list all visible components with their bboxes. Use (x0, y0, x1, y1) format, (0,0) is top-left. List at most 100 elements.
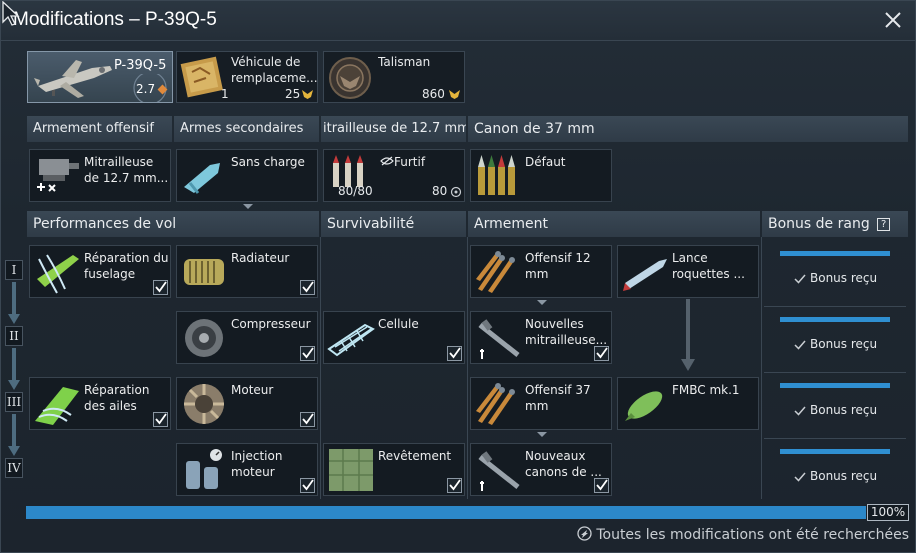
bonus-bar (780, 317, 890, 322)
mod-offensive-12-label: Offensif 12 mm (525, 251, 591, 281)
mg-belt-label: Furtif (394, 155, 426, 169)
rank-bonus-tier-3: Bonus reçu (764, 379, 906, 439)
researched-check (153, 412, 168, 427)
backup-map-icon (180, 56, 223, 98)
wings-icon (35, 387, 79, 425)
bonus-label: Bonus reçu (810, 403, 878, 417)
researched-check (594, 346, 609, 361)
radiator-icon (184, 259, 224, 285)
header-survivability: Survivabilité (321, 211, 466, 237)
mg-belt-card[interactable]: Furtif 80/80 80 (323, 149, 465, 202)
check-icon (794, 472, 806, 482)
backup-vehicle-label: Véhicule de remplaceme... (231, 55, 317, 85)
ammo-quantity-icon (450, 186, 462, 198)
talisman-card[interactable]: Talisman 860 (323, 51, 465, 103)
modifications-window: Modifications – P-39Q-5 P-39Q-5 2.7 Véhi… (0, 0, 916, 553)
mod-wings-label: Réparation des ailes (84, 383, 150, 413)
researched-check (594, 478, 609, 493)
cover-icon (329, 449, 373, 491)
compressor-icon (185, 319, 223, 357)
mouse-cursor-icon (2, 1, 20, 26)
mod-cover[interactable]: Revêtement (323, 443, 465, 496)
tier-4-marker: IV (5, 458, 23, 478)
new-mg-icon (478, 319, 520, 359)
mod-fuselage-repair[interactable]: Réparation du fuselage (29, 245, 171, 298)
mod-new-mg[interactable]: Nouvelles mitrailleuse... (470, 311, 612, 364)
golden-eagle-icon (302, 90, 313, 99)
secondary-weapons-label: Sans charge (231, 155, 305, 169)
mod-offensive-12mm[interactable]: Offensif 12 mm (470, 245, 612, 305)
mod-engine[interactable]: Moteur (176, 377, 318, 430)
header-flight-performance: Performances de vol (27, 211, 319, 237)
talisman-price: 860 (422, 87, 445, 101)
new-cannon-icon (478, 451, 520, 491)
check-icon (794, 274, 806, 284)
header-rank-bonus: Bonus de rang ? (762, 211, 908, 237)
research-complete-icon (577, 526, 592, 541)
close-icon[interactable] (881, 8, 905, 32)
rocket-icon (623, 259, 667, 291)
researched-check (447, 346, 462, 361)
rank-bonus-tier-2: Bonus reçu (764, 313, 906, 373)
offensive-armament-label: Mitrailleuse de 12.7 mm... (84, 155, 169, 185)
down-arrow-icon (537, 432, 547, 437)
airframe-icon (327, 323, 375, 357)
mod-engine-injection[interactable]: Injection moteur (176, 443, 318, 496)
rank-bonus-tier-4: Bonus reçu (764, 445, 906, 505)
golden-eagle-icon (449, 90, 460, 99)
mod-radiator[interactable]: Radiateur (176, 245, 318, 298)
header-secondary-weapons: Armes secondaires (174, 116, 319, 142)
header-armament: Armement (468, 211, 760, 237)
offensive-armament-card[interactable]: Mitrailleuse de 12.7 mm... (29, 149, 171, 202)
mg-ammo-count: 80/80 (338, 184, 373, 198)
secondary-weapons-card[interactable]: Sans charge (176, 149, 318, 209)
mod-engine-label: Moteur (231, 383, 274, 397)
mod-fmbc-label: FMBC mk.1 (672, 383, 740, 397)
header-mg-belt: itrailleuse de 12.7 mm (321, 116, 466, 142)
researched-check (447, 478, 462, 493)
mod-cover-label: Revêtement (378, 449, 452, 463)
check-icon (794, 340, 806, 350)
mod-new-mg-label: Nouvelles mitrailleuse... (525, 317, 608, 347)
mod-rocket-label: Lance roquettes ... (672, 251, 745, 281)
cannon-belt-card[interactable]: Défaut (470, 149, 612, 202)
no-payload-icon (184, 163, 220, 194)
dependency-arrow-icon (681, 299, 695, 371)
researched-check (300, 346, 315, 361)
rank-bonus-label: Bonus de rang (768, 216, 870, 232)
down-arrow-icon (537, 300, 547, 305)
battle-rating: 2.7 (136, 82, 156, 96)
stealth-eye-icon (380, 156, 394, 166)
bonus-label: Bonus reçu (810, 337, 878, 351)
bonus-bar (780, 383, 890, 388)
bonus-bar (780, 251, 890, 256)
backup-vehicle-card[interactable]: Véhicule de remplaceme... 1 25 (176, 51, 318, 103)
research-progress-bar (26, 506, 866, 519)
backup-count: 1 (221, 87, 229, 101)
status-footer: Toutes les modifications ont été recherc… (577, 526, 909, 543)
tier-arrows-icon (8, 282, 20, 456)
mod-compressor[interactable]: Compresseur (176, 311, 318, 364)
title-bar: Modifications – P-39Q-5 (1, 1, 915, 41)
backup-price: 25 (285, 87, 301, 101)
bonus-bar (780, 449, 890, 454)
mod-new-cannon-label: Nouveaux canons de ... (525, 449, 602, 479)
cannon-shells-icon (478, 155, 515, 195)
mod-new-cannon[interactable]: Nouveaux canons de ... (470, 443, 612, 496)
aircraft-card[interactable]: P-39Q-5 2.7 (27, 51, 173, 103)
mod-wings-repair[interactable]: Réparation des ailes (29, 377, 171, 430)
mod-fmbc[interactable]: FMBC mk.1 (617, 377, 759, 430)
mod-airframe[interactable]: Cellule (323, 311, 465, 364)
window-title: Modifications – P-39Q-5 (13, 9, 217, 30)
aircraft-icon (34, 60, 112, 98)
talisman-icon (329, 57, 371, 99)
mod-offensive-37mm[interactable]: Offensif 37 mm (470, 377, 612, 437)
column-divider (467, 237, 468, 499)
engine-icon (184, 384, 224, 424)
help-icon[interactable]: ? (877, 217, 891, 231)
mod-rocket-launcher[interactable]: Lance roquettes ... (617, 245, 759, 298)
researched-check (300, 478, 315, 493)
researched-check (300, 280, 315, 295)
research-progress-percent: 100% (867, 504, 909, 521)
header-offensive-armament: Armement offensif (27, 116, 172, 142)
